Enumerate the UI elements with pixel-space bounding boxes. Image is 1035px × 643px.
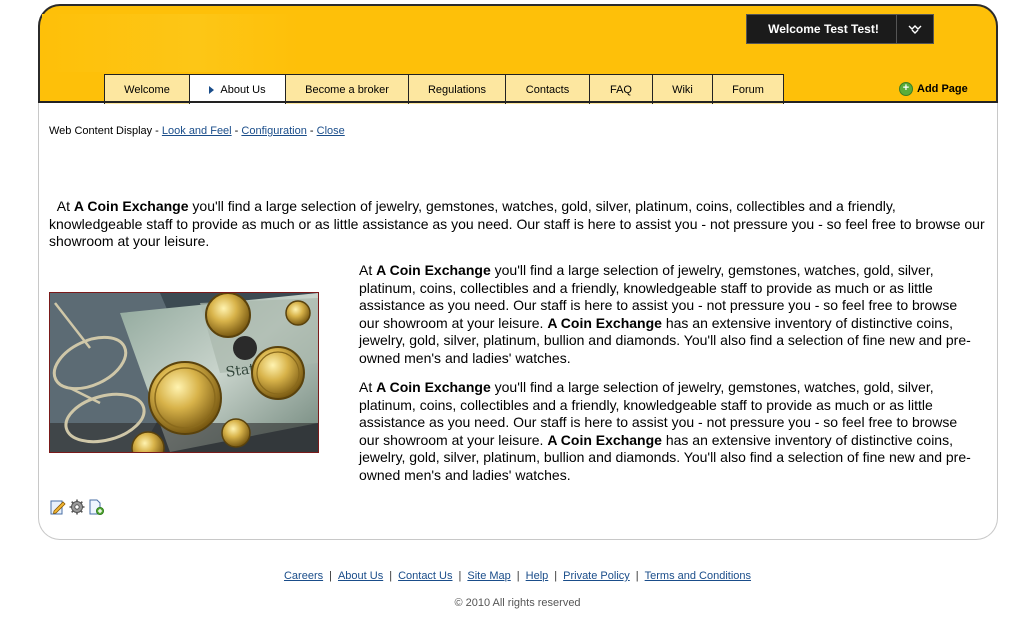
p1-company-name: A Coin Exchange [73,198,189,214]
p2-company-name-2: A Coin Exchange [547,314,662,331]
portlet-title: Web Content Display [49,125,153,137]
configuration-link[interactable]: Configuration [241,125,306,137]
p2-company-name: A Coin Exchange [376,262,491,278]
footer-separator: | [329,570,332,582]
footer-link-site-map[interactable]: Site Map [467,570,510,582]
portlet-sep: - [231,125,242,137]
footer-link-help[interactable]: Help [526,570,549,582]
dock-arrows-icon [908,25,922,34]
logo-area [42,14,298,72]
tab-label: Wiki [672,83,693,96]
footer-link-about-us[interactable]: About Us [338,570,383,582]
tab-wiki[interactable]: Wiki [653,75,713,104]
tab-label: Regulations [427,83,487,96]
close-link[interactable]: Close [317,125,345,137]
p3-company-name: A Coin Exchange [376,379,491,395]
tab-forum[interactable]: Forum [713,75,783,104]
footer-link-careers[interactable]: Careers [284,570,323,582]
p1-text: you'll find a large selection of jewelry… [49,198,993,249]
footer-link-contact-us[interactable]: Contact Us [398,570,452,582]
tab-contacts[interactable]: Contacts [506,75,590,104]
tab-welcome[interactable]: Welcome [105,75,190,104]
footer-links: Careers | About Us | Contact Us | Site Map | Hel… [0,570,1035,582]
portlet-actions [50,499,104,515]
footer-separator: | [554,570,558,582]
tab-label: Welcome [124,83,170,96]
tab-about-us[interactable]: About Us [190,75,286,104]
tab-label: Become a broker [305,83,389,96]
add-page-label: Add Page [917,83,968,95]
footer-separator: | [458,570,462,582]
header-divider [38,101,998,103]
tab-label: Contacts [525,83,570,96]
main-navigation: Welcome About Us Become a broker Regulat… [104,74,784,104]
p3-pre: At [359,379,377,395]
edit-icon[interactable] [50,499,66,515]
p2-pre: At [359,262,377,278]
add-icon: + [899,82,913,96]
tab-label: Forum [732,83,764,96]
tab-become-a-broker[interactable]: Become a broker [286,75,409,104]
tab-regulations[interactable]: Regulations [409,75,506,104]
coins-and-glasses-image: State of [50,293,318,452]
look-and-feel-link[interactable]: Look and Feel [162,125,232,137]
footer-link-terms[interactable]: Terms and Conditions [645,570,751,582]
footer-separator: | [516,570,520,582]
description-paragraph-2: At A Coin Exchange you'll find a large s… [359,379,979,484]
welcome-text[interactable]: Welcome Test Test! [747,22,896,36]
p1-pre: At [49,198,74,214]
header-bar: Welcome Test Test! Welcome About Us Beco… [38,4,998,104]
add-page-button[interactable]: + Add Page [899,82,968,96]
portlet-sep: - [306,125,317,137]
portlet-sep: - [152,125,162,137]
tab-label: About Us [220,83,266,96]
dock-menu-icon[interactable] [897,15,933,43]
footer-separator: | [389,570,393,582]
description-paragraph-1: At A Coin Exchange you'll find a large s… [359,262,979,367]
copyright-text: © 2010 All rights reserved [454,597,581,609]
intro-paragraph: At A Coin Exchange you'll find a large s… [49,198,989,251]
current-page-arrow-icon [209,85,215,94]
footer-link-private-policy[interactable]: Private Policy [563,570,630,582]
footer-separator: | [635,570,639,582]
tab-faq[interactable]: FAQ [590,75,653,104]
add-content-icon[interactable] [88,499,104,515]
tab-label: FAQ [609,83,632,96]
p3-company-name-2: A Coin Exchange [547,431,662,448]
portlet-toolbar: Web Content Display - Look and Feel - Co… [49,125,345,137]
gear-icon[interactable] [69,499,85,515]
coins-photo: State of [49,292,319,453]
user-menu[interactable]: Welcome Test Test! [746,14,934,44]
